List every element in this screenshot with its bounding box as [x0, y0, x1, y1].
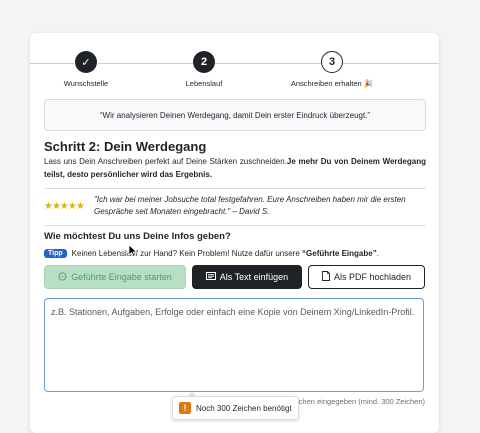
star-rating-icon: ★★★★★	[44, 201, 85, 212]
paste-text-label: Als Text einfügen	[219, 272, 289, 282]
textarea-placeholder: z.B. Stationen, Aufgaben, Erfolge oder e…	[51, 307, 415, 317]
intro-text: Lass uns Dein Anschreiben perfekt auf De…	[44, 155, 426, 181]
tip-text: Keinen Lebenslauf zur Hand? Kein Problem…	[71, 249, 300, 258]
upload-pdf-label: Als PDF hochladen	[333, 272, 412, 282]
pdf-file-icon	[322, 271, 330, 283]
quote-box: “Wir analysieren Deinen Werdegang, damit…	[44, 99, 426, 131]
tooltip-arrow	[187, 392, 197, 397]
testimonial-text: "Ich war bei meiner Jobsuche total festg…	[94, 195, 406, 216]
tip-badge: Tipp	[44, 249, 67, 258]
text-document-icon	[205, 272, 216, 282]
tip-bold: “Geführte Eingabe”	[302, 249, 377, 258]
chat-bubble-icon	[58, 271, 67, 283]
warning-icon: !	[179, 402, 191, 414]
input-method-question: Wie möchtest Du uns Deine Infos geben?	[44, 231, 231, 242]
divider	[44, 225, 426, 226]
testimonial: ★★★★★ "Ich war bei meiner Jobsuche total…	[44, 194, 426, 222]
mouse-cursor-icon	[128, 244, 138, 258]
upload-pdf-button[interactable]: Als PDF hochladen	[308, 265, 425, 289]
divider	[44, 188, 426, 189]
step-label: Lebenslauf	[185, 79, 223, 88]
step-number: 2	[193, 51, 215, 73]
wizard-card: ✓ Wunschstelle 2 Lebenslauf 3 Anschreibe…	[30, 33, 439, 433]
paste-text-button[interactable]: Als Text einfügen	[192, 265, 302, 289]
step-label: Anschreiben erhalten 🎉	[290, 79, 374, 88]
guided-input-label: Geführte Eingabe starten	[71, 272, 172, 282]
tip-suffix: .	[376, 249, 379, 258]
page-title: Schritt 2: Dein Werdegang	[44, 139, 207, 154]
character-counter: 0 Zeichen eingegeben (mind. 300 Zeichen)	[281, 397, 425, 406]
step-number: 3	[321, 51, 343, 73]
guided-input-button[interactable]: Geführte Eingabe starten	[44, 265, 186, 289]
experience-textarea[interactable]: z.B. Stationen, Aufgaben, Erfolge oder e…	[44, 298, 424, 392]
step-wunschstelle[interactable]: ✓ Wunschstelle	[41, 51, 131, 88]
intro-normal: Lass uns Dein Anschreiben perfekt auf De…	[44, 157, 287, 166]
quote-text: “Wir analysieren Deinen Werdegang, damit…	[99, 110, 371, 120]
step-anschreiben[interactable]: 3 Anschreiben erhalten 🎉	[287, 51, 377, 88]
check-icon: ✓	[75, 51, 97, 73]
step-label: Wunschstelle	[63, 79, 109, 88]
tooltip-text: Noch 300 Zeichen benötigt	[196, 403, 292, 413]
step-lebenslauf[interactable]: 2 Lebenslauf	[159, 51, 249, 88]
validation-tooltip: ! Noch 300 Zeichen benötigt	[172, 392, 299, 420]
tip-row: Tipp Keinen Lebenslauf zur Hand? Kein Pr…	[44, 249, 379, 258]
progress-stepper: ✓ Wunschstelle 2 Lebenslauf 3 Anschreibe…	[30, 51, 439, 91]
